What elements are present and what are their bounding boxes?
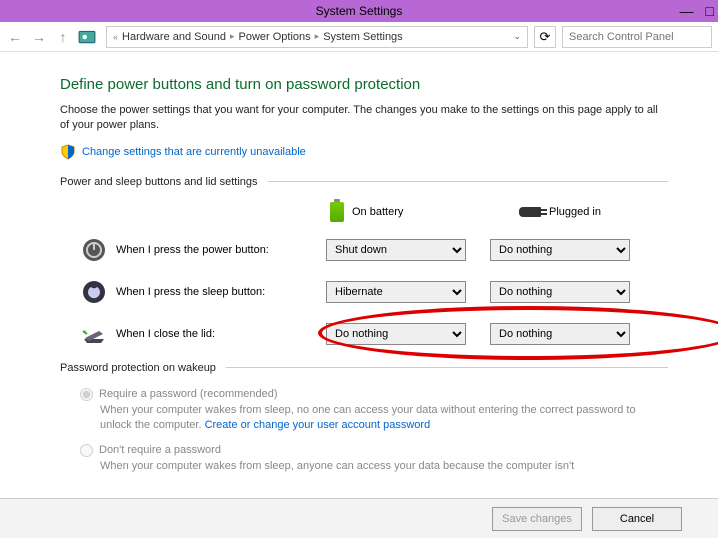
dont-require-password-label: Don't require a password [99, 444, 221, 456]
shield-icon [60, 144, 76, 160]
change-settings-link[interactable]: Change settings that are currently unava… [82, 146, 306, 158]
sleep-button-plugged-select[interactable]: Do nothing [490, 281, 630, 303]
group-password-protection: Password protection on wakeup [60, 362, 668, 374]
breadcrumb-item[interactable]: Hardware and Sound [122, 31, 226, 43]
save-changes-button: Save changes [492, 507, 582, 531]
lid-plugged-select[interactable]: Do nothing [490, 323, 630, 345]
dont-require-password-desc: When your computer wakes from sleep, any… [80, 459, 668, 474]
search-input[interactable] [562, 26, 712, 48]
row-label: When I press the sleep button: [116, 286, 326, 298]
chevron-right-icon: ▸ [315, 31, 320, 42]
create-password-link[interactable]: Create or change your user account passw… [205, 419, 431, 431]
row-label: When I close the lid: [116, 328, 326, 340]
plug-icon [519, 207, 541, 217]
chevron-down-icon[interactable]: ⌄ [513, 31, 521, 42]
row-close-lid: When I close the lid: Do nothing Do noth… [60, 320, 668, 348]
navigation-bar: ← → ↑ « Hardware and Sound ▸ Power Optio… [0, 22, 718, 52]
power-button-icon [80, 236, 108, 264]
sleep-button-battery-select[interactable]: Hibernate [326, 281, 466, 303]
maximize-icon[interactable]: □ [706, 3, 714, 19]
group-power-sleep-lid: Power and sleep buttons and lid settings [60, 176, 668, 188]
power-button-plugged-select[interactable]: Do nothing [490, 239, 630, 261]
page-description: Choose the power settings that you want … [60, 103, 668, 134]
forward-button[interactable]: → [30, 28, 48, 46]
page-title: Define power buttons and turn on passwor… [60, 76, 668, 93]
power-button-battery-select[interactable]: Shut down [326, 239, 466, 261]
minimize-icon[interactable]: — [680, 3, 694, 19]
window-titlebar: System Settings — □ [0, 0, 718, 22]
require-password-desc: When your computer wakes from sleep, no … [80, 403, 668, 434]
control-panel-icon [78, 28, 96, 46]
chevron-right-icon: ▸ [230, 31, 235, 42]
row-sleep-button: When I press the sleep button: Hibernate… [60, 278, 668, 306]
column-on-battery: On battery [330, 202, 479, 222]
breadcrumb-item[interactable]: Power Options [239, 31, 311, 43]
lid-battery-select[interactable]: Do nothing [326, 323, 466, 345]
lid-icon [80, 320, 108, 348]
require-password-label: Require a password (recommended) [99, 388, 278, 400]
sleep-button-icon [80, 278, 108, 306]
dont-require-password-radio [80, 444, 93, 457]
back-button[interactable]: ← [6, 28, 24, 46]
refresh-button[interactable]: ⟳ [534, 26, 556, 48]
breadcrumb-root-icon: « [113, 32, 118, 42]
breadcrumb[interactable]: « Hardware and Sound ▸ Power Options ▸ S… [106, 26, 528, 48]
row-label: When I press the power button: [116, 244, 326, 256]
breadcrumb-item[interactable]: System Settings [323, 31, 402, 43]
column-plugged-in: Plugged in [519, 202, 668, 222]
battery-icon [330, 202, 344, 222]
cancel-button[interactable]: Cancel [592, 507, 682, 531]
require-password-radio [80, 388, 93, 401]
up-button[interactable]: ↑ [54, 28, 72, 46]
footer-bar: Save changes Cancel [0, 498, 718, 538]
window-title: System Settings [316, 4, 403, 18]
row-power-button: When I press the power button: Shut down… [60, 236, 668, 264]
